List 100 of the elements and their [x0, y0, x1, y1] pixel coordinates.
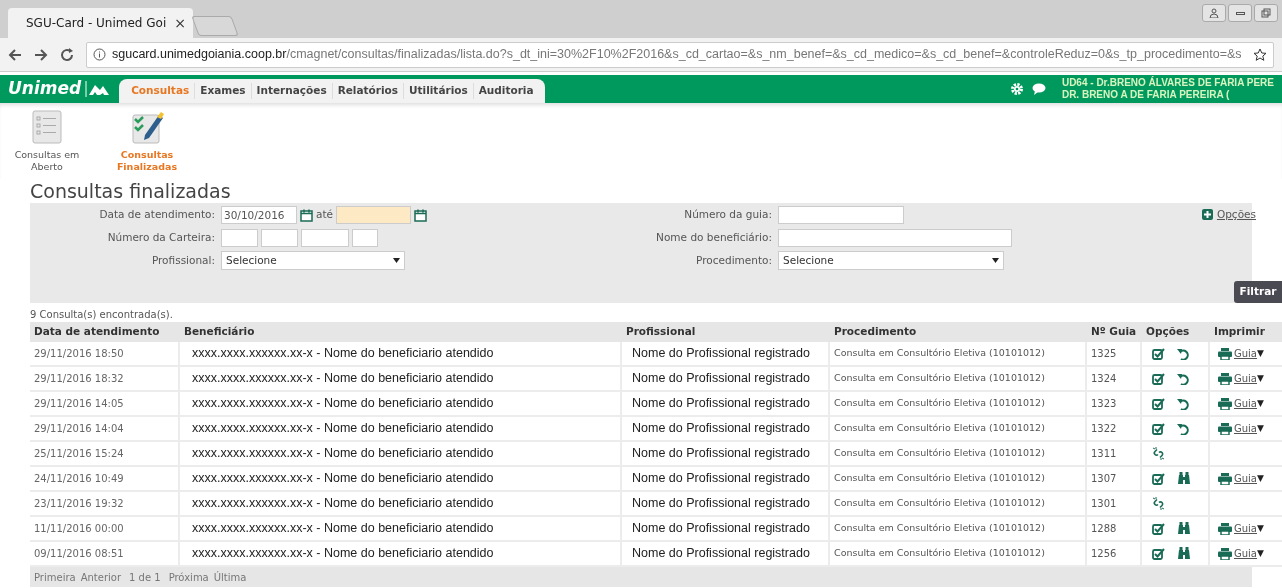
checkbox-icon[interactable] [1152, 522, 1165, 535]
user-name: DR. BRENO A DE FARIA PEREIRA ( [1061, 89, 1231, 101]
reload-icon[interactable] [60, 47, 74, 62]
checkbox-icon[interactable] [1152, 347, 1165, 360]
printer-icon[interactable] [1218, 422, 1232, 435]
checkbox-icon[interactable] [1152, 397, 1165, 410]
card-number-field[interactable] [352, 229, 378, 247]
forward-icon[interactable] [34, 47, 48, 62]
nav-tab[interactable]: Auditoria [472, 83, 539, 99]
pagination-item[interactable]: Primeira [34, 569, 76, 585]
minimize-button[interactable] [1228, 4, 1252, 22]
checkbox-icon[interactable] [1152, 372, 1165, 385]
checkbox-icon[interactable] [1152, 472, 1165, 485]
professional-cell-text: Nome do Profissional registrado [631, 520, 810, 538]
professional-cell-text: Nome do Profissional registrado [631, 395, 810, 413]
guide-link[interactable]: Guia [1234, 521, 1257, 536]
date-cell-text: 09/11/2016 08:51 [34, 547, 124, 561]
caret-icon[interactable]: ▼ [1257, 371, 1264, 386]
url-text: sgucard.unimedgoiania.coop.br/cmagnet/consultas/finalizadas/lista.do?s_dt_ini=30%2F10%2F2016&s_cd_cartao=&s_nm_benef=&s_cd_medico=&s_cd_benef=&controleReduz=0&s_tp_procedimento=&s [112, 46, 1242, 64]
undo-icon[interactable] [1177, 397, 1189, 410]
caret-icon[interactable]: ▼ [1257, 396, 1264, 411]
printer-icon[interactable] [1218, 397, 1232, 410]
printer-icon[interactable] [1218, 372, 1232, 385]
professional-cell-text: Nome do Profissional registrado [631, 445, 810, 463]
input-field[interactable] [778, 206, 904, 224]
date-cell-text: 29/11/2016 18:32 [34, 372, 124, 386]
nav-tab[interactable]: Relatórios [331, 83, 404, 99]
calendar-icon[interactable] [300, 208, 313, 222]
chat-icon[interactable] [1031, 83, 1046, 95]
binoculars-icon[interactable] [1177, 547, 1191, 560]
beneficiary-cell-text: xxxx.xxxx.xxxxxx.xx-x - Nome do beneficiario atendido [191, 395, 494, 413]
card-number-field[interactable] [301, 229, 349, 247]
caret-icon[interactable]: ▼ [1257, 546, 1264, 561]
page-title: Consultas finalizadas [30, 179, 232, 203]
guide-link[interactable]: Guia [1234, 546, 1257, 561]
binoculars-icon[interactable] [1177, 472, 1191, 485]
select-field[interactable]: Selecione [221, 251, 405, 270]
guide-link[interactable]: Guia [1234, 471, 1257, 486]
date-field[interactable] [336, 206, 411, 224]
card-number-field[interactable] [261, 229, 298, 247]
caret-icon[interactable]: ▼ [1257, 471, 1264, 486]
user-name: UD64 - Dr.BRENO ÁLVARES DE FARIA PERE [1061, 77, 1274, 89]
guide-link[interactable]: Guia [1234, 371, 1257, 386]
caret-icon[interactable]: ▼ [1257, 421, 1264, 436]
nav-tab[interactable]: Utilitários [403, 83, 473, 99]
browser-tab[interactable]: SGU-Card - Unimed Goi × [8, 8, 193, 38]
printer-icon[interactable] [1218, 522, 1232, 535]
field-label: até [316, 207, 333, 223]
procedure-cell: Consulta em Consultório Eletiva (10101012) [834, 396, 1045, 411]
undo-icon[interactable] [1177, 347, 1189, 360]
undo-icon[interactable] [1177, 372, 1189, 385]
guide-link[interactable]: Guia [1234, 421, 1257, 436]
back-icon[interactable] [8, 47, 22, 62]
printer-icon[interactable] [1218, 547, 1232, 560]
binoculars-icon[interactable] [1177, 522, 1191, 535]
filter-button[interactable]: Filtrar [1234, 281, 1282, 303]
printer-icon[interactable] [1218, 472, 1232, 485]
result-count: 9 Consulta(s) encontrada(s). [30, 308, 174, 322]
pagination-item[interactable]: Última [213, 569, 247, 585]
pagination-item[interactable]: Anterior [80, 569, 122, 585]
undo-icon[interactable] [1177, 422, 1189, 435]
input-field[interactable] [778, 229, 1012, 247]
shortcut-button[interactable]: Consultas em Aberto [12, 109, 82, 179]
column-header: Opções [1145, 324, 1191, 340]
professional-cell-text: Nome do Profissional registrado [631, 495, 810, 513]
tab-title: SGU-Card - Unimed Goi [26, 15, 167, 32]
caret-icon[interactable]: ▼ [1257, 521, 1264, 536]
address-bar[interactable]: sgucard.unimedgoiania.coop.br/cmagnet/consultas/finalizadas/lista.do?s_dt_ini=30%2F10%2F2016&s_cd_cartao=&s_nm_benef=&s_cd_medico=&s_cd_benef=&controleReduz=0&s_tp_procedimento=&s [86, 41, 1274, 68]
options-link[interactable]: Opções [1216, 207, 1256, 223]
field-label: Profissional: [150, 252, 216, 268]
guide-number-cell-text: 1307 [1091, 472, 1117, 486]
column-header: Data de atendimento [33, 324, 161, 340]
guide-link[interactable]: Guia [1234, 396, 1257, 411]
caret-icon[interactable]: ▼ [1257, 346, 1264, 361]
field-label: Número da Carteira: [106, 230, 216, 246]
star-icon[interactable] [1253, 47, 1267, 62]
procedure-cell: Consulta em Consultório Eletiva (10101012) [834, 371, 1045, 386]
restore-button[interactable] [1254, 4, 1278, 22]
printer-icon[interactable] [1218, 347, 1232, 360]
plus-icon[interactable] [1201, 209, 1213, 221]
procedure-cell: Consulta em Consultório Eletiva (10101012) [834, 471, 1045, 486]
pagination-item[interactable]: Próxima [168, 569, 209, 585]
field-label: Procedimento: [695, 252, 773, 268]
checkbox-icon[interactable] [1152, 547, 1165, 560]
caret-icon [992, 258, 999, 263]
card-number-field[interactable] [221, 229, 258, 247]
checklist-icon [129, 109, 165, 145]
profile-button[interactable] [1202, 4, 1226, 22]
list-icon [29, 109, 65, 145]
guide-link[interactable]: Guia [1234, 346, 1257, 361]
close-icon[interactable]: × [174, 12, 186, 34]
select-field[interactable]: Selecione [778, 251, 1004, 270]
nav-tab[interactable]: Internações [250, 83, 332, 99]
checkbox-icon[interactable] [1152, 422, 1165, 435]
settings-icon[interactable] [1009, 82, 1024, 96]
date-field[interactable]: 30/10/2016 [221, 206, 297, 224]
column-header: Profissional [625, 324, 697, 340]
calendar-icon[interactable] [414, 208, 427, 222]
column-header: Imprimir [1213, 324, 1266, 340]
nav-tab[interactable]: Exames [194, 83, 251, 99]
